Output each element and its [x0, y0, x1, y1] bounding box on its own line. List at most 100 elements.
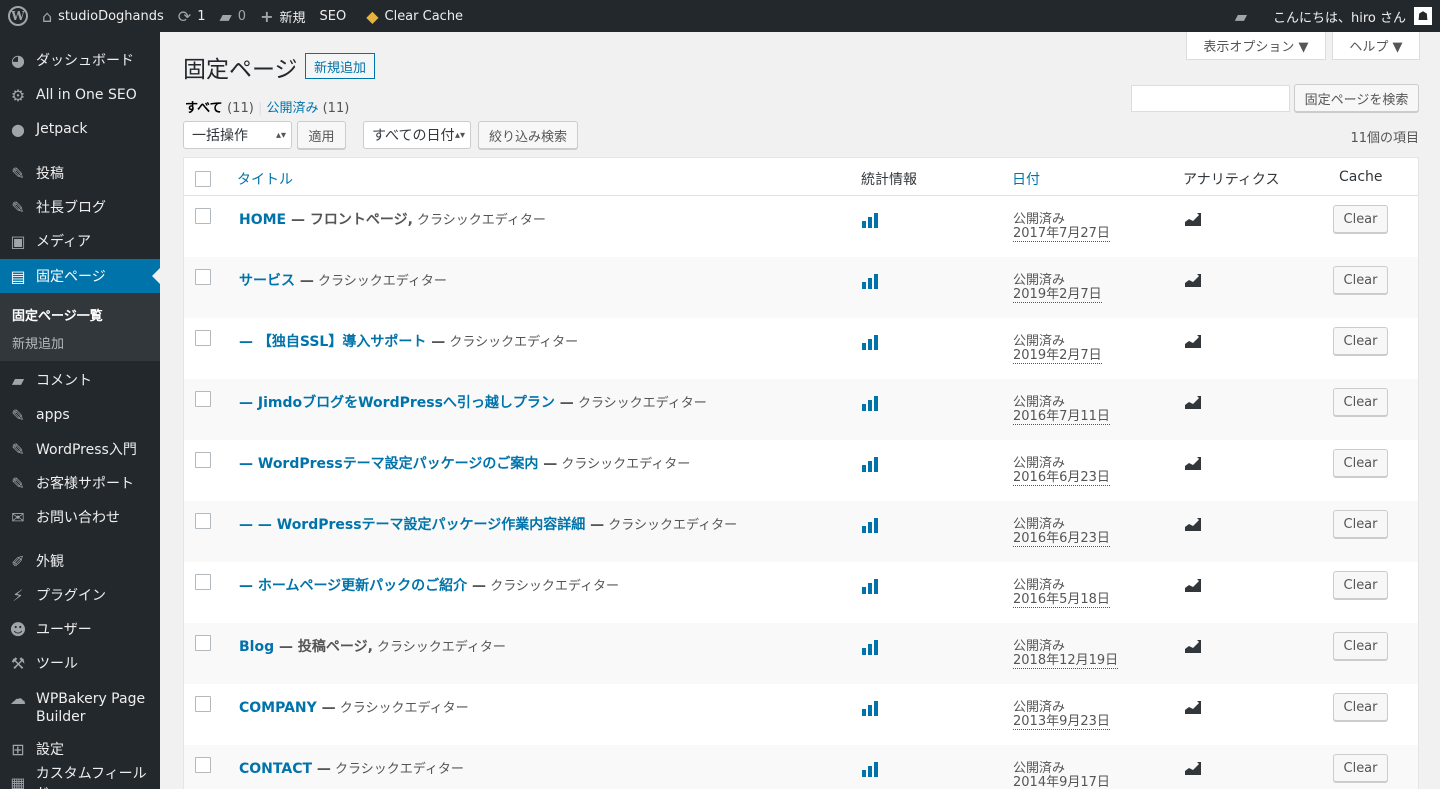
- stats-icon[interactable]: [862, 518, 879, 533]
- publish-status: 公開済み: [1013, 212, 1066, 227]
- clear-cache-button[interactable]: Clear: [1333, 388, 1388, 416]
- menu-posts[interactable]: ✎ 投稿: [0, 156, 160, 190]
- row-checkbox[interactable]: [195, 391, 211, 407]
- search-pages-button[interactable]: 固定ページを検索: [1294, 84, 1419, 112]
- filter-published[interactable]: 公開済み (11): [266, 101, 349, 116]
- page-title-link[interactable]: CONTACT: [239, 761, 312, 777]
- screen-options-button[interactable]: 表示オプション ▼: [1186, 32, 1326, 60]
- clear-cache-button[interactable]: Clear: [1333, 571, 1388, 599]
- clear-cache-button[interactable]: Clear: [1333, 266, 1388, 294]
- row-checkbox[interactable]: [195, 635, 211, 651]
- menu-comments[interactable]: ▰ コメント: [0, 363, 160, 397]
- stats-icon[interactable]: [862, 762, 879, 777]
- analytics-chart-icon[interactable]: [1184, 760, 1202, 776]
- menu-wpbakery[interactable]: ☁ WPBakery Page Builder: [0, 686, 160, 730]
- stats-icon[interactable]: [862, 701, 879, 716]
- menu-all-in-one-seo[interactable]: ⚙ All in One SEO: [0, 78, 160, 112]
- menu-appearance[interactable]: ✐ 外観: [0, 544, 160, 578]
- analytics-chart-icon[interactable]: [1184, 394, 1202, 410]
- submenu-all-pages[interactable]: 固定ページ一覧: [12, 305, 103, 324]
- stats-icon[interactable]: [862, 213, 879, 228]
- row-checkbox[interactable]: [195, 513, 211, 529]
- menu-customer-support[interactable]: ✎ お客様サポート: [0, 466, 160, 500]
- menu-settings[interactable]: ⊞ 設定: [0, 732, 160, 766]
- row-title-cell: HOME — フロントページ, クラシックエディター: [239, 209, 546, 229]
- stats-icon[interactable]: [862, 457, 879, 472]
- menu-plugins[interactable]: ⚡ プラグイン: [0, 578, 160, 612]
- my-account-menu[interactable]: こんにちは、hiro さん ☗: [1266, 0, 1440, 32]
- page-title-link[interactable]: — JimdoブログをWordPressへ引っ越しプラン: [239, 395, 555, 411]
- comments-menu[interactable]: ▰ 0: [212, 0, 253, 32]
- page-title-link[interactable]: — WordPressテーマ設定パッケージのご案内: [239, 456, 538, 472]
- menu-wordpress-intro[interactable]: ✎ WordPress入門: [0, 432, 160, 466]
- row-checkbox[interactable]: [195, 452, 211, 468]
- seo-menu[interactable]: SEO: [312, 0, 353, 32]
- page-title-link[interactable]: — ホームページ更新パックのご紹介: [239, 578, 467, 594]
- analytics-chart-icon[interactable]: [1184, 455, 1202, 471]
- menu-apps[interactable]: ✎ apps: [0, 398, 160, 432]
- analytics-chart-icon[interactable]: [1184, 211, 1202, 227]
- menu-jetpack[interactable]: ● Jetpack: [0, 112, 160, 146]
- column-title[interactable]: タイトル: [237, 169, 293, 189]
- page-title-link[interactable]: HOME: [239, 212, 286, 228]
- apply-button[interactable]: 適用: [297, 121, 346, 149]
- menu-media[interactable]: ▣ メディア: [0, 224, 160, 258]
- row-checkbox[interactable]: [195, 330, 211, 346]
- search-input[interactable]: [1131, 85, 1290, 112]
- wp-logo-menu[interactable]: W: [0, 0, 35, 32]
- date-filter-select[interactable]: すべての日付 ▴▾: [363, 121, 471, 149]
- clear-cache-button[interactable]: Clear: [1333, 327, 1388, 355]
- site-name-menu[interactable]: ⌂ studioDoghands: [35, 0, 171, 32]
- publish-status: 公開済み: [1013, 273, 1066, 288]
- analytics-chart-icon[interactable]: [1184, 638, 1202, 654]
- analytics-chart-icon[interactable]: [1184, 333, 1202, 349]
- row-checkbox[interactable]: [195, 208, 211, 224]
- column-date[interactable]: 日付: [1012, 169, 1040, 189]
- notification-menu[interactable]: ▰: [1228, 0, 1266, 32]
- clear-cache-button[interactable]: Clear: [1333, 754, 1388, 782]
- stats-icon[interactable]: [862, 396, 879, 411]
- clear-cache-button[interactable]: Clear: [1333, 449, 1388, 477]
- row-checkbox[interactable]: [195, 574, 211, 590]
- analytics-chart-icon[interactable]: [1184, 699, 1202, 715]
- menu-president-blog[interactable]: ✎ 社長ブログ: [0, 190, 160, 224]
- filter-button[interactable]: 絞り込み検索: [478, 121, 578, 149]
- clear-cache-button[interactable]: Clear: [1333, 632, 1388, 660]
- stats-icon[interactable]: [862, 335, 879, 350]
- stats-icon[interactable]: [862, 640, 879, 655]
- page-title-link[interactable]: サービス: [239, 273, 295, 289]
- bulk-action-select[interactable]: 一括操作 ▴▾: [183, 121, 292, 149]
- clear-cache-button[interactable]: Clear: [1333, 510, 1388, 538]
- menu-users[interactable]: ☻ ユーザー: [0, 612, 160, 646]
- menu-dashboard[interactable]: ◕ ダッシュボード: [0, 43, 160, 77]
- analytics-chart-icon[interactable]: [1184, 516, 1202, 532]
- page-title-link[interactable]: Blog: [239, 639, 274, 655]
- page-title-link[interactable]: — 【独自SSL】導入サポート: [239, 334, 426, 350]
- clear-cache-menu[interactable]: ◆ Clear Cache: [359, 0, 470, 32]
- menu-pages[interactable]: ▤ 固定ページ: [0, 259, 160, 293]
- row-checkbox[interactable]: [195, 269, 211, 285]
- publish-status: 公開済み: [1013, 517, 1066, 532]
- help-button[interactable]: ヘルプ ▼: [1332, 32, 1420, 60]
- select-all-checkbox[interactable]: [195, 171, 211, 187]
- row-checkbox[interactable]: [195, 696, 211, 712]
- filter-all[interactable]: すべて (11): [185, 101, 254, 116]
- clear-cache-button[interactable]: Clear: [1333, 205, 1388, 233]
- clear-cache-button[interactable]: Clear: [1333, 693, 1388, 721]
- submenu-add-new[interactable]: 新規追加: [12, 333, 64, 352]
- stats-icon[interactable]: [862, 274, 879, 289]
- menu-contact[interactable]: ✉ お問い合わせ: [0, 500, 160, 534]
- editor-label: クラシックエディター: [557, 457, 691, 472]
- page-title-link[interactable]: COMPANY: [239, 700, 317, 716]
- add-new-page-button[interactable]: 新規追加: [305, 53, 376, 79]
- analytics-chart-icon[interactable]: [1184, 272, 1202, 288]
- row-checkbox[interactable]: [195, 757, 211, 773]
- menu-tools[interactable]: ⚒ ツール: [0, 646, 160, 680]
- updates-menu[interactable]: ⟳ 1: [171, 0, 213, 32]
- updates-count: 1: [197, 8, 206, 24]
- analytics-chart-icon[interactable]: [1184, 577, 1202, 593]
- stats-icon[interactable]: [862, 579, 879, 594]
- page-title-link[interactable]: — — WordPressテーマ設定パッケージ作業内容詳細: [239, 517, 585, 533]
- new-content-menu[interactable]: + 新規: [253, 0, 312, 32]
- menu-custom-fields[interactable]: ▦ カスタムフィールド: [0, 766, 160, 789]
